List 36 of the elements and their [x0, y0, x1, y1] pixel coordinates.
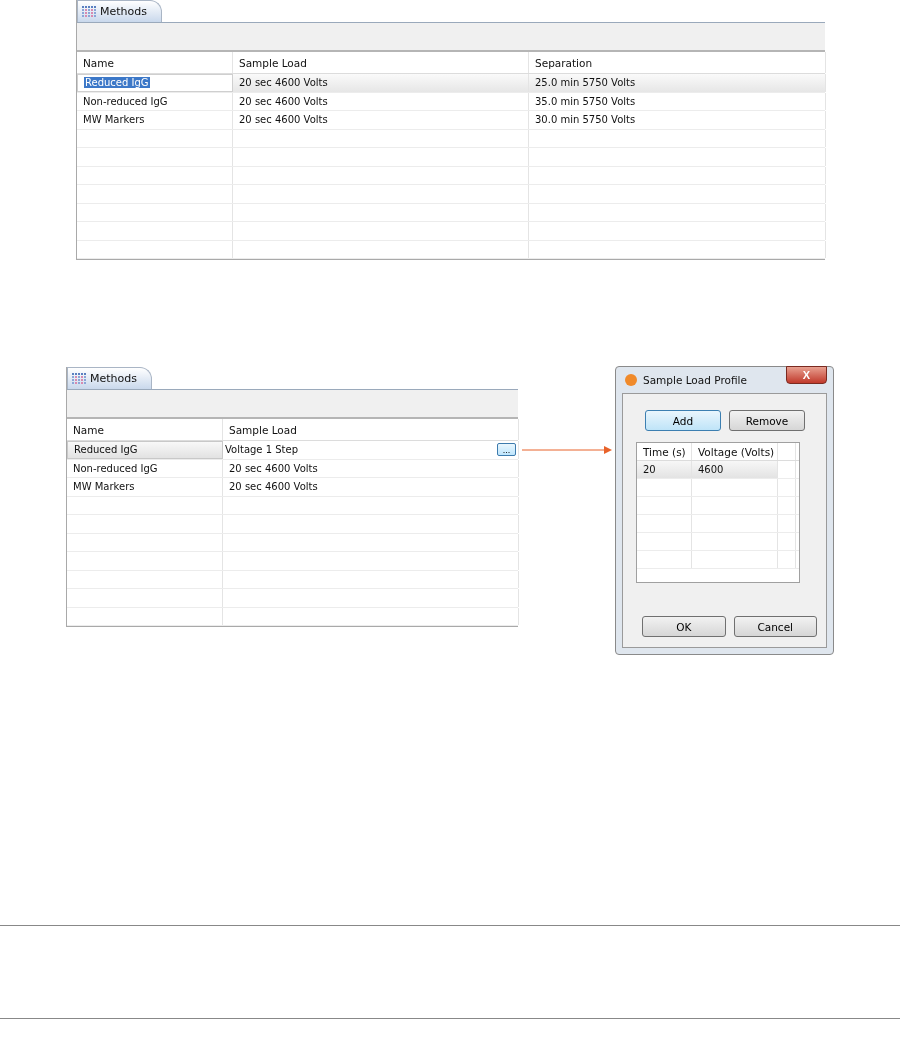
table-cell[interactable]: 4600 [692, 461, 778, 478]
row-name-cell[interactable]: MW Markers [67, 478, 223, 496]
dialog-button[interactable]: OK [642, 616, 726, 637]
row-name-cell[interactable]: Reduced IgG [67, 441, 223, 459]
table-cell: 30.0 min 5750 Volts [529, 111, 826, 129]
column-header[interactable]: Name [77, 52, 233, 73]
close-button[interactable]: X [786, 366, 827, 384]
table-icon [72, 372, 86, 385]
dialog-button[interactable]: Cancel [733, 616, 817, 637]
table-cell: 20 sec 4600 Volts [223, 459, 519, 477]
tab[interactable]: Methods [67, 367, 152, 389]
column-header[interactable]: Sample Load [223, 419, 519, 440]
column-header[interactable]: Sample Load [233, 52, 529, 73]
tab[interactable]: Methods [77, 0, 162, 22]
dialog-button[interactable]: Add [645, 410, 721, 431]
table-cell: 20 sec 4600 Volts [233, 111, 529, 129]
row-name-cell[interactable]: Reduced IgG [77, 74, 233, 92]
column-header[interactable]: Time (s) [637, 443, 692, 460]
table-cell: 20 sec 4600 Volts [223, 478, 519, 496]
table-cell: 35.0 min 5750 Volts [529, 92, 826, 110]
dialog-button[interactable]: Remove [729, 410, 805, 431]
edit-field[interactable]: Voltage 1 Step ... [223, 441, 519, 459]
app-logo-icon [625, 374, 637, 386]
browse-button[interactable]: ... [497, 443, 516, 457]
row-name-cell[interactable]: MW Markers [77, 111, 233, 129]
row-name-cell[interactable]: Non-reduced IgG [77, 92, 233, 110]
table-icon [82, 5, 96, 18]
table-cell: 20 sec 4600 Volts [233, 74, 529, 92]
column-header[interactable]: Voltage (Volts) [692, 443, 778, 460]
column-header[interactable]: Separation [529, 52, 826, 73]
table-cell: 25.0 min 5750 Volts [529, 74, 826, 92]
table-cell: 20 sec 4600 Volts [233, 92, 529, 110]
table-cell[interactable]: 20 [637, 461, 692, 478]
dialog-title: Sample Load Profile [643, 374, 748, 386]
column-header[interactable]: Name [67, 419, 223, 440]
row-name-cell[interactable]: Non-reduced IgG [67, 459, 223, 477]
